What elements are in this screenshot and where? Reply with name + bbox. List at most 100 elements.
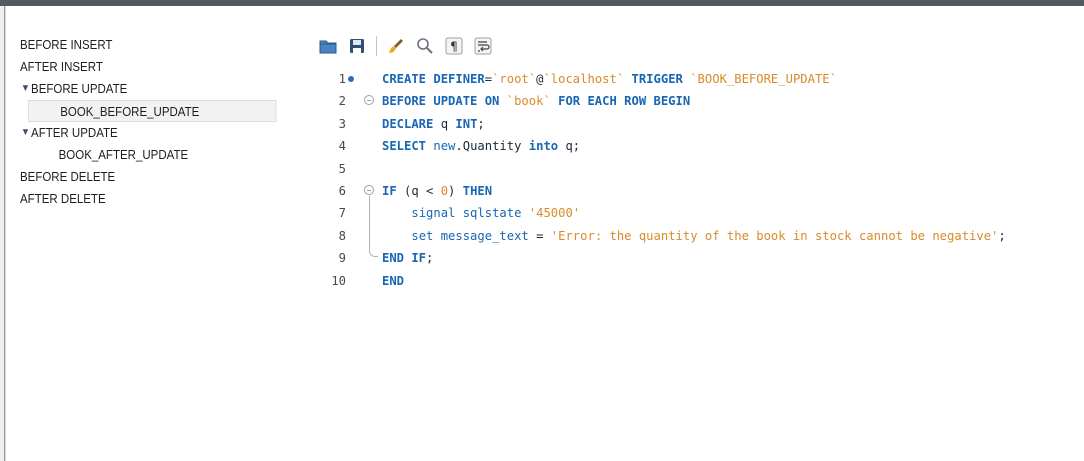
code-line[interactable]: 4 SELECT new.Quantity into q; <box>318 135 1084 157</box>
code-token: `root` <box>492 72 537 86</box>
code-token: TRIGGER <box>624 72 691 86</box>
trigger-tree-label: BEFORE INSERT <box>20 38 113 52</box>
window-top-border <box>0 0 1084 6</box>
code-token: set message_text <box>411 228 537 243</box>
trigger-tree-item[interactable]: AFTER INSERT <box>20 56 259 78</box>
code-token: IF <box>382 183 405 198</box>
trigger-tree-label: AFTER DELETE <box>20 192 106 206</box>
trigger-tree-label: AFTER UPDATE <box>31 126 118 140</box>
code-text: signal sqlstate '45000' <box>382 202 580 224</box>
code-token: q <box>440 116 456 131</box>
line-number: 2 <box>338 94 346 109</box>
line-number: 10 <box>331 273 346 288</box>
line-number: 7 <box>338 206 346 221</box>
code-text: END IF; <box>382 247 433 269</box>
code-token: .Quantity <box>455 139 529 154</box>
show-invisibles-pilcrow-icon[interactable]: ¶ <box>444 36 464 56</box>
trigger-tree-item[interactable]: BOOK_AFTER_UPDATE <box>20 144 259 166</box>
sql-code-editor[interactable]: 1 CREATE DEFINER=`root`@`localhost` TRIGG… <box>318 68 1084 292</box>
code-token: '45000' <box>528 206 581 221</box>
code-token: ; <box>572 139 581 154</box>
code-token: THEN <box>462 183 493 198</box>
code-token: DECLARE <box>382 116 441 131</box>
code-line[interactable]: 6 IF (q < 0) THEN <box>318 180 1084 202</box>
save-icon[interactable] <box>347 36 367 56</box>
trigger-tree: BEFORE INSERT AFTER INSERT ▼ BEFORE UPDATE B… <box>20 34 280 210</box>
code-token: `book` <box>506 94 551 109</box>
code-token: = <box>484 72 493 86</box>
code-token: ; <box>477 116 485 131</box>
trigger-tree-label: BOOK_BEFORE_UPDATE <box>60 105 200 119</box>
word-wrap-icon[interactable] <box>473 36 493 56</box>
trigger-tree-item[interactable]: BOOK_BEFORE_UPDATE <box>28 100 277 122</box>
code-line[interactable]: 2 BEFORE UPDATE ON `book` FOR EACH ROW BE… <box>318 90 1084 112</box>
code-text: BEFORE UPDATE ON `book` FOR EACH ROW BEG… <box>382 90 690 112</box>
code-line[interactable]: 5 <box>318 158 1084 180</box>
code-text: IF (q < 0) THEN <box>382 180 492 202</box>
editor-toolbar: ¶ <box>318 34 502 58</box>
line-number: 3 <box>338 116 346 131</box>
fold-toggle-icon[interactable] <box>364 184 374 195</box>
code-token: into <box>528 139 566 154</box>
code-line[interactable]: 10 END <box>318 270 1084 292</box>
code-token: `localhost` <box>543 72 625 86</box>
code-token: `BOOK_BEFORE_UPDATE` <box>690 72 837 86</box>
trigger-tree-item[interactable]: ▼ AFTER UPDATE <box>20 122 259 144</box>
trigger-tree-label: BEFORE DELETE <box>20 170 116 184</box>
trigger-tree-item[interactable]: BEFORE INSERT <box>20 34 259 56</box>
svg-text:¶: ¶ <box>450 40 458 54</box>
code-line[interactable]: 8 set message_text = 'Error: the quantit… <box>318 225 1084 247</box>
code-token: q <box>565 139 573 154</box>
trigger-tree-item[interactable]: BEFORE DELETE <box>20 166 259 188</box>
code-token: END IF <box>382 251 427 266</box>
fold-toggle-icon[interactable] <box>364 95 374 106</box>
line-number: 5 <box>338 161 346 176</box>
code-token: END <box>382 273 405 288</box>
code-text: CREATE DEFINER=`root`@`localhost` TRIGGE… <box>382 68 837 90</box>
line-number: 9 <box>338 251 346 266</box>
code-text: set message_text = 'Error: the quantity … <box>382 225 1006 247</box>
code-token: = <box>536 228 551 243</box>
expand-arrow-icon[interactable]: ▼ <box>21 78 30 100</box>
code-token: SELECT <box>382 139 434 154</box>
code-token: 'Error: the quantity of the book in stoc… <box>550 228 999 243</box>
find-magnifier-icon[interactable] <box>415 36 435 56</box>
line-number: 4 <box>338 139 346 154</box>
code-text: SELECT new.Quantity into q; <box>382 135 580 157</box>
trigger-tree-label: BOOK_AFTER_UPDATE <box>58 148 189 162</box>
code-line[interactable]: 7 signal sqlstate '45000' <box>318 202 1084 224</box>
fold-end-marker <box>369 247 378 258</box>
code-token: new <box>433 139 456 154</box>
fold-guide-line <box>369 196 370 248</box>
code-line[interactable]: 9 END IF; <box>318 247 1084 269</box>
expand-arrow-icon[interactable]: ▼ <box>21 122 30 144</box>
code-line[interactable]: 3 DECLARE q INT; <box>318 113 1084 135</box>
trigger-tree-label: BEFORE UPDATE <box>31 82 128 96</box>
beautify-brush-icon[interactable] <box>386 36 406 56</box>
code-line[interactable]: 1 CREATE DEFINER=`root`@`localhost` TRIGG… <box>318 68 1084 90</box>
code-token: CREATE DEFINER <box>382 72 485 86</box>
code-token: signal sqlstate <box>411 206 529 221</box>
line-number: 8 <box>338 228 346 243</box>
code-token: (q < <box>404 183 441 198</box>
open-folder-icon[interactable] <box>318 36 338 56</box>
window-left-border <box>0 6 6 461</box>
code-token: BEFORE UPDATE ON <box>382 94 507 109</box>
code-token: ; <box>426 251 434 266</box>
code-text: END <box>382 270 404 292</box>
code-token: INT <box>455 116 478 131</box>
code-token: 0 <box>440 183 449 198</box>
trigger-tree-label: AFTER INSERT <box>20 60 103 74</box>
breakpoint-marker-icon[interactable] <box>348 76 354 82</box>
code-token: ; <box>998 228 1006 243</box>
toolbar-separator <box>376 36 377 56</box>
line-number: 6 <box>338 183 346 198</box>
code-token: ) <box>448 183 463 198</box>
trigger-tree-item[interactable]: AFTER DELETE <box>20 188 259 210</box>
code-text: DECLARE q INT; <box>382 113 485 135</box>
code-token: FOR EACH ROW BEGIN <box>550 94 691 109</box>
trigger-tree-item[interactable]: ▼ BEFORE UPDATE <box>20 78 259 100</box>
line-number: 1 <box>338 72 346 86</box>
